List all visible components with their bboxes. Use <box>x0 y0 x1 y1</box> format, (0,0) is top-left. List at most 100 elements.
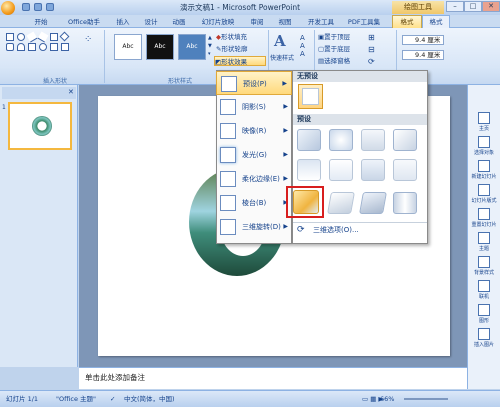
new-slide-button[interactable]: 新建幻灯片 <box>470 160 498 182</box>
tab-slideshow[interactable]: 幻灯片放映 <box>196 16 240 28</box>
shapes-gallery[interactable] <box>6 31 70 63</box>
tab-view[interactable]: 视图 <box>274 16 296 28</box>
tab-insert[interactable]: 插入 <box>112 16 134 28</box>
redo-icon[interactable] <box>46 3 54 11</box>
theme-name: "Office 主题" <box>56 395 97 403</box>
text-fill-icons[interactable]: AAA <box>300 34 310 58</box>
bevel-icon <box>220 195 236 211</box>
oval-shape-icon[interactable] <box>17 33 25 41</box>
style-sample-white[interactable]: Abc <box>114 34 142 60</box>
online-button[interactable]: 联机 <box>470 280 498 302</box>
slides-outline-tabs[interactable] <box>2 87 76 99</box>
preset-option-12[interactable] <box>393 192 417 214</box>
tab-office-assistant[interactable]: Office助手 <box>62 16 106 28</box>
preset-option-5[interactable] <box>297 159 321 181</box>
edit-shape-icon[interactable]: ⁘ <box>84 34 102 54</box>
height-field[interactable]: 9.4 厘米 <box>402 35 444 45</box>
graphics-button[interactable]: 图形 <box>470 304 498 326</box>
quick-styles-label[interactable]: 快速样式 <box>270 53 294 62</box>
office-button[interactable] <box>1 1 15 15</box>
star-shape-icon[interactable] <box>61 43 69 51</box>
shape-fill-label: 形状填充 <box>221 33 247 41</box>
bring-to-front-button[interactable]: ▣置于顶层 <box>318 32 350 42</box>
style-sample-blue[interactable]: Abc <box>178 34 206 60</box>
undo-icon[interactable] <box>34 3 42 11</box>
preset-option-11[interactable] <box>359 192 387 214</box>
menu-item-bevel[interactable]: 棱台(B) ▶ <box>216 191 292 215</box>
background-style-button[interactable]: 背景样式 <box>470 256 498 278</box>
slide-number: 1 <box>2 104 6 111</box>
tab-developer[interactable]: 开发工具 <box>304 16 338 28</box>
style-sample-black[interactable]: Abc <box>146 34 174 60</box>
textbox-shape-icon[interactable] <box>50 33 58 41</box>
preset-option-1[interactable] <box>297 129 321 151</box>
reset-slide-label: 重置幻灯片 <box>471 222 497 228</box>
zoom-level: 66% <box>380 395 395 403</box>
menu-item-soft-edges[interactable]: 柔化边缘(E) ▶ <box>216 167 292 191</box>
reflection-icon <box>220 123 236 139</box>
maximize-button[interactable]: □ <box>464 1 482 12</box>
shape-fill-button[interactable]: ◆形状填充 <box>216 32 247 42</box>
arc-shape-icon[interactable] <box>17 43 25 51</box>
preset-option-8[interactable] <box>393 159 417 181</box>
width-field[interactable]: 9.4 厘米 <box>402 50 444 60</box>
tab-design[interactable]: 设计 <box>140 16 162 28</box>
preset-option-2[interactable] <box>329 129 353 151</box>
slide-layout-label: 幻灯片版式 <box>471 198 497 204</box>
minimize-button[interactable]: – <box>446 1 464 12</box>
select-objects-icon <box>478 136 490 148</box>
tab-animation[interactable]: 动画 <box>168 16 190 28</box>
preset-option-3[interactable] <box>361 129 385 151</box>
selection-pane-button[interactable]: ▤选择窗格 <box>318 56 350 66</box>
notes-pane[interactable]: 单击此处添加备注 <box>79 367 467 389</box>
wordart-icon[interactable]: A <box>274 32 296 52</box>
diamond-shape-icon[interactable] <box>59 31 70 42</box>
menu-item-shadow[interactable]: 阴影(S) ▶ <box>216 95 292 119</box>
send-to-back-button[interactable]: ▢置于底层 <box>318 44 350 54</box>
arrow-shape-icon[interactable] <box>37 31 49 43</box>
preset-option-4[interactable] <box>393 129 417 151</box>
bevel-label: 棱台(B) <box>242 199 267 207</box>
menu-item-preset[interactable]: 预设(P) ▶ <box>216 71 292 95</box>
reset-slide-button[interactable]: 重置幻灯片 <box>470 208 498 230</box>
tab-format-drawing[interactable]: 格式 <box>392 15 422 28</box>
align-icons[interactable]: ⊞ ⊟ ⟳ <box>368 32 375 68</box>
insert-picture-button[interactable]: 插入图片 <box>470 328 498 350</box>
no-preset-option[interactable] <box>298 84 323 109</box>
menu-item-glow[interactable]: 发光(G) ▶ <box>216 143 292 167</box>
circle-shape-icon[interactable] <box>39 43 47 51</box>
tab-review[interactable]: 审阅 <box>246 16 268 28</box>
preset-option-10[interactable] <box>327 192 355 214</box>
rectangle-shape-icon[interactable] <box>6 33 14 41</box>
submenu-arrow-icon: ▶ <box>283 151 288 158</box>
tab-format-picture[interactable]: 格式 <box>422 15 450 28</box>
tab-home[interactable]: 开始 <box>30 16 52 28</box>
slide-thumbnail[interactable] <box>8 102 72 150</box>
preset-option-7[interactable] <box>361 159 385 181</box>
select-objects-button[interactable]: 选择对象 <box>470 136 498 158</box>
shape-outline-button[interactable]: ✎形状轮廓 <box>216 44 247 54</box>
slide-layout-button[interactable]: 幻灯片版式 <box>470 184 498 206</box>
save-icon[interactable] <box>22 3 30 11</box>
online-label: 联机 <box>478 294 489 300</box>
spellcheck-icon[interactable]: ✓ <box>110 391 115 407</box>
zoom-slider[interactable] <box>404 398 448 400</box>
3d-options-link[interactable]: ⟳ 三维选项(O)... <box>293 222 427 238</box>
tab-pdf-tools[interactable]: PDF工具集 <box>344 16 384 28</box>
shadow-label: 阴影(S) <box>242 103 266 111</box>
line-shape-icon[interactable] <box>26 31 38 43</box>
theme-button[interactable]: 主题 <box>470 232 498 254</box>
triangle-shape-icon[interactable] <box>28 43 36 51</box>
home-button[interactable]: 主页 <box>470 112 498 134</box>
brace-shape-icon[interactable] <box>50 43 58 51</box>
home-icon <box>478 112 490 124</box>
menu-item-reflection[interactable]: 映像(R) ▶ <box>216 119 292 143</box>
preset-option-6[interactable] <box>329 159 353 181</box>
menu-item-3d-rotation[interactable]: 三维旋转(D) ▶ <box>216 215 292 239</box>
reflection-label: 映像(R) <box>242 127 267 135</box>
close-panel-icon[interactable]: ✕ <box>68 88 74 96</box>
no-preset-swatch <box>302 88 319 105</box>
close-button[interactable]: ✕ <box>482 1 500 12</box>
shape-effects-button[interactable]: ◩形状效果 <box>214 56 266 66</box>
rounded-rect-shape-icon[interactable] <box>6 43 14 51</box>
